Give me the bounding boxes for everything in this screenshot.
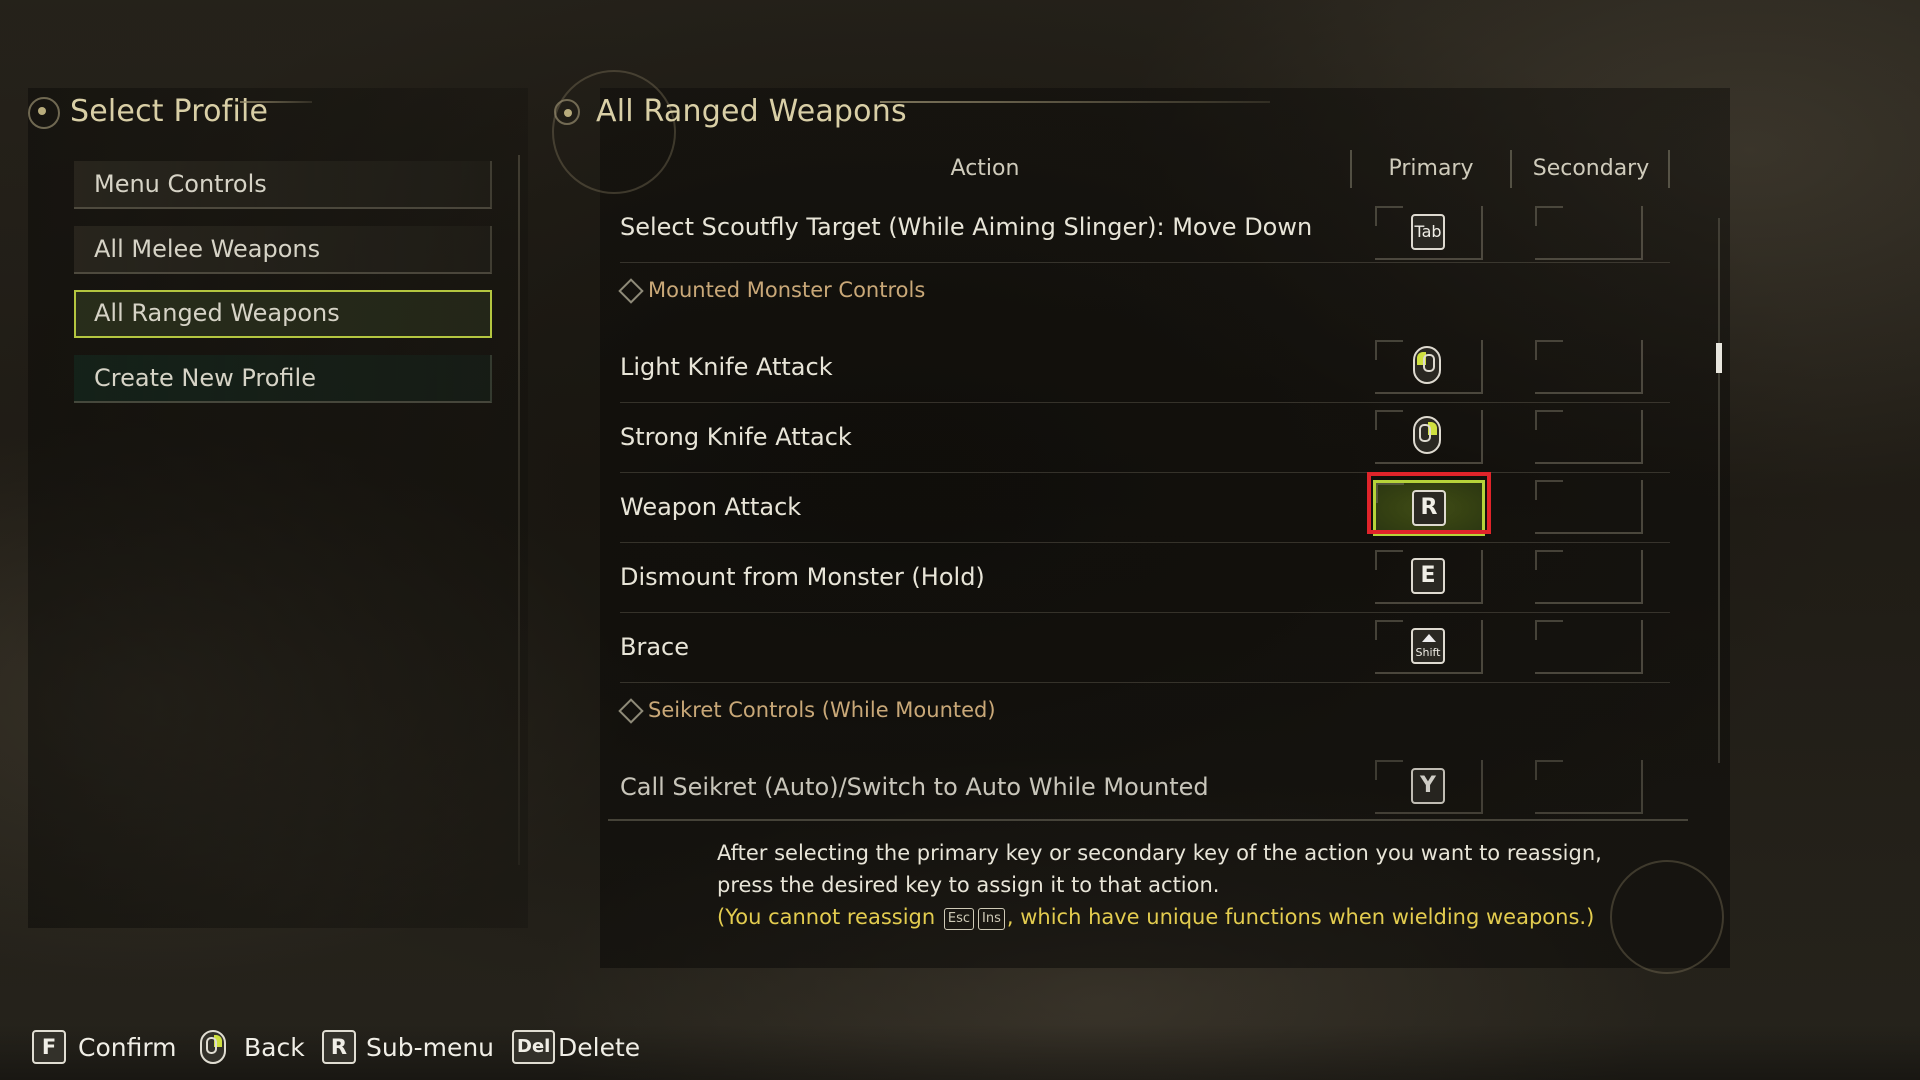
section-gear-icon	[618, 278, 644, 304]
key-y-icon: Y	[1411, 768, 1445, 804]
action-label: Brace	[620, 633, 689, 661]
key-f-icon: F	[32, 1030, 66, 1064]
info-line-2: press the desired key to assign it to th…	[717, 873, 1220, 897]
key-shift-icon: Shift	[1411, 628, 1445, 664]
key-ins-icon: Ins	[978, 908, 1005, 930]
shift-key-label: Shift	[1415, 646, 1441, 659]
secondary-key-slot[interactable]	[1535, 340, 1643, 394]
hint-label: Sub-menu	[366, 1033, 495, 1062]
section-label: Mounted Monster Controls	[648, 278, 926, 302]
info-line-1: After selecting the primary key or secon…	[717, 841, 1602, 865]
key-del-icon: Del	[512, 1030, 556, 1064]
secondary-key-slot[interactable]	[1535, 206, 1643, 260]
column-separator	[1668, 150, 1670, 188]
corner-ornament	[1610, 860, 1724, 974]
primary-key-slot[interactable]: Y	[1375, 760, 1483, 814]
selection-outline	[1367, 472, 1491, 534]
primary-key-slot[interactable]: E	[1375, 550, 1483, 604]
table-row[interactable]: Light Knife Attack	[620, 332, 1670, 403]
scrollbar-thumb[interactable]	[1716, 343, 1722, 373]
hint-confirm[interactable]: F Confirm	[32, 1028, 182, 1068]
hint-sub-menu[interactable]: R Sub-menu	[322, 1028, 495, 1068]
controls-title-rule	[880, 101, 1270, 103]
section-gear-icon	[618, 698, 644, 724]
ranged-weapons-emblem-icon	[554, 99, 580, 125]
profile-emblem-icon	[28, 97, 60, 129]
column-header-primary: Primary	[1388, 156, 1474, 181]
secondary-key-slot[interactable]	[1535, 480, 1643, 534]
table-row[interactable]: Dismount from Monster (Hold) E	[620, 542, 1670, 613]
column-header-action: Action	[950, 156, 1020, 181]
action-label: Weapon Attack	[620, 493, 802, 521]
table-row[interactable]: Select Scoutfly Target (While Aiming Sli…	[620, 192, 1670, 263]
secondary-key-slot[interactable]	[1535, 620, 1643, 674]
profile-panel-title: Select Profile	[70, 94, 269, 129]
profile-panel	[28, 88, 528, 928]
action-label: Select Scoutfly Target (While Aiming Sli…	[620, 213, 1313, 241]
info-line-3: (You cannot reassign Esc Ins, which have …	[717, 901, 1697, 933]
secondary-key-slot[interactable]	[1535, 550, 1643, 604]
action-label: Call Seikret (Auto)/Switch to Auto While…	[620, 773, 1209, 801]
mouse-right-button-icon	[200, 1030, 226, 1064]
table-row[interactable]: Call Seikret (Auto)/Switch to Auto While…	[620, 752, 1670, 822]
hint-back[interactable]: Back	[200, 1028, 310, 1068]
table-row[interactable]: Brace Shift	[620, 612, 1670, 683]
secondary-key-slot[interactable]	[1535, 760, 1643, 814]
secondary-key-slot[interactable]	[1535, 410, 1643, 464]
mouse-right-button-icon	[1413, 416, 1441, 454]
title-rule	[240, 101, 312, 103]
section-header: Seikret Controls (While Mounted)	[618, 688, 1670, 736]
table-row[interactable]: Weapon Attack R	[620, 472, 1670, 543]
action-label: Strong Knife Attack	[620, 423, 852, 451]
primary-key-slot[interactable]	[1375, 410, 1483, 464]
shift-arrow-icon	[1422, 634, 1436, 642]
controls-panel-title: All Ranged Weapons	[596, 94, 907, 129]
panel-divider	[518, 155, 520, 865]
table-row[interactable]: Strong Knife Attack	[620, 402, 1670, 473]
primary-key-slot[interactable]	[1375, 340, 1483, 394]
key-esc-icon: Esc	[943, 908, 975, 930]
info-line-3-prefix: (You cannot reassign	[717, 905, 936, 929]
info-text: After selecting the primary key or secon…	[717, 837, 1697, 933]
profile-item-all-ranged-weapons[interactable]: All Ranged Weapons	[74, 290, 492, 338]
key-e-icon: E	[1411, 558, 1445, 594]
key-tab-icon: Tab	[1411, 214, 1445, 250]
hint-delete[interactable]: Del Delete	[512, 1028, 652, 1068]
column-header-secondary: Secondary	[1532, 156, 1650, 181]
action-label: Light Knife Attack	[620, 353, 833, 381]
primary-key-slot[interactable]: Shift	[1375, 620, 1483, 674]
profile-item-menu-controls[interactable]: Menu Controls	[74, 161, 492, 209]
section-label: Seikret Controls (While Mounted)	[648, 698, 996, 722]
scrollbar-track[interactable]	[1716, 218, 1722, 763]
hint-label: Delete	[558, 1033, 641, 1062]
section-header: Mounted Monster Controls	[618, 268, 1670, 316]
action-label: Dismount from Monster (Hold)	[620, 563, 985, 591]
mouse-left-button-icon	[1413, 346, 1441, 384]
hint-label: Confirm	[78, 1033, 177, 1062]
info-line-3-suffix: , which have unique functions when wield…	[1006, 905, 1595, 929]
create-new-profile-button[interactable]: Create New Profile	[74, 355, 492, 403]
info-divider	[608, 819, 1688, 821]
primary-key-slot[interactable]: Tab	[1375, 206, 1483, 260]
profile-item-all-melee-weapons[interactable]: All Melee Weapons	[74, 226, 492, 274]
key-r-icon: R	[322, 1030, 356, 1064]
hint-label: Back	[244, 1033, 305, 1062]
